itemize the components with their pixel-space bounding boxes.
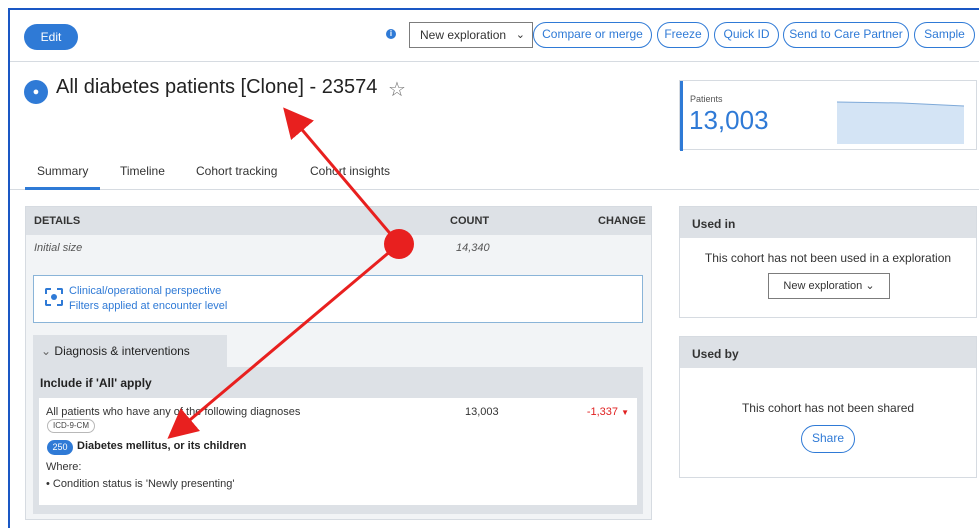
down-arrow-icon: ▼ — [621, 408, 629, 417]
sample-button[interactable]: Sample — [914, 22, 975, 48]
code-system-badge: ICD-9-CM — [47, 419, 95, 433]
perspective-box[interactable]: Clinical/operational perspective Filters… — [33, 275, 643, 323]
new-exploration-select[interactable]: New exploration ⌄ — [409, 22, 533, 48]
criterion-count: 13,003 — [465, 406, 499, 418]
patients-value: 13,003 — [689, 105, 769, 135]
include-rule-label: Include if 'All' apply — [40, 376, 152, 390]
edit-button[interactable]: Edit — [24, 24, 78, 50]
criterion-change-value: -1,337 — [586, 406, 619, 418]
diagnosis-name: Diabetes mellitus, or its children — [77, 440, 247, 452]
quick-id-button[interactable]: Quick ID — [714, 22, 779, 48]
app-window: Edit i New exploration ⌄ Compare or merg… — [8, 8, 979, 528]
share-button[interactable]: Share — [801, 425, 855, 453]
chevron-down-icon: ⌄ — [515, 29, 525, 41]
initial-size-row: Initial size 14,340 — [26, 235, 651, 261]
new-exploration-button-label: New exploration — [783, 280, 863, 292]
condition-text: Condition status is 'Newly presenting' — [52, 478, 235, 490]
new-exploration-button[interactable]: New exploration ⌄ — [768, 273, 890, 299]
tab-cohort-tracking[interactable]: Cohort tracking — [196, 164, 277, 178]
info-icon[interactable]: i — [386, 29, 396, 39]
used-in-header: Used in — [680, 207, 976, 238]
diagnosis-section-tab[interactable]: ⌄ Diagnosis & interventions — [33, 335, 227, 367]
criterion-card[interactable]: All patients who have any of the followi… — [39, 398, 637, 505]
count-column-header: COUNT — [450, 215, 490, 227]
chevron-down-icon: ⌄ — [41, 344, 52, 358]
patients-sparkline — [837, 101, 964, 144]
send-to-care-partner-button[interactable]: Send to Care Partner — [783, 22, 909, 48]
initial-size-label: Initial size — [34, 242, 83, 254]
used-by-header: Used by — [680, 337, 976, 368]
tab-timeline[interactable]: Timeline — [120, 164, 165, 178]
used-in-message: This cohort has not been used in a explo… — [704, 251, 952, 265]
where-label: Where: — [46, 461, 82, 473]
tab-summary[interactable]: Summary — [24, 164, 101, 190]
bullet-icon: • — [46, 478, 53, 490]
details-panel: DETAILS COUNT CHANGE Initial size 14,340… — [25, 206, 652, 520]
change-column-header: CHANGE — [598, 215, 646, 227]
perspective-subtitle: Filters applied at encounter level — [69, 300, 228, 312]
used-by-panel: Used by This cohort has not been shared … — [679, 336, 977, 478]
condition-line: • Condition status is 'Newly presenting' — [46, 478, 234, 490]
perspective-title: Clinical/operational perspective — [69, 285, 222, 297]
criterion-text: All patients who have any of the followi… — [46, 406, 301, 418]
star-outline-icon[interactable]: ☆ — [388, 77, 406, 102]
diagnosis-section-body: Include if 'All' apply All patients who … — [33, 367, 643, 514]
details-column-header: DETAILS — [34, 215, 81, 227]
chevron-down-icon: ⌄ — [865, 280, 875, 292]
criterion-change: -1,337 ▼ — [587, 406, 629, 418]
accent-bar — [680, 81, 683, 151]
compare-or-merge-button[interactable]: Compare or merge — [533, 22, 652, 48]
focus-frame-icon — [45, 288, 63, 306]
used-by-message: This cohort has not been shared — [741, 401, 915, 415]
patients-card: Patients 13,003 — [679, 80, 977, 151]
diagnosis-section-label: Diagnosis & interventions — [54, 344, 190, 358]
top-toolbar: Edit i New exploration ⌄ Compare or merg… — [10, 10, 979, 62]
initial-size-count: 14,340 — [456, 242, 490, 254]
patients-label: Patients — [690, 94, 723, 104]
code-badge: 250 — [47, 440, 73, 455]
page-title: All diabetes patients [Clone] - 23574 — [56, 76, 378, 98]
cohort-tabs: Summary Timeline Cohort tracking Cohort … — [10, 156, 979, 190]
details-header-row: DETAILS COUNT CHANGE — [26, 207, 651, 235]
freeze-button[interactable]: Freeze — [657, 22, 709, 48]
used-in-panel: Used in This cohort has not been used in… — [679, 206, 977, 318]
cohort-icon: ● — [24, 80, 48, 104]
new-exploration-select-label: New exploration — [420, 28, 507, 42]
tab-cohort-insights[interactable]: Cohort insights — [310, 164, 390, 178]
